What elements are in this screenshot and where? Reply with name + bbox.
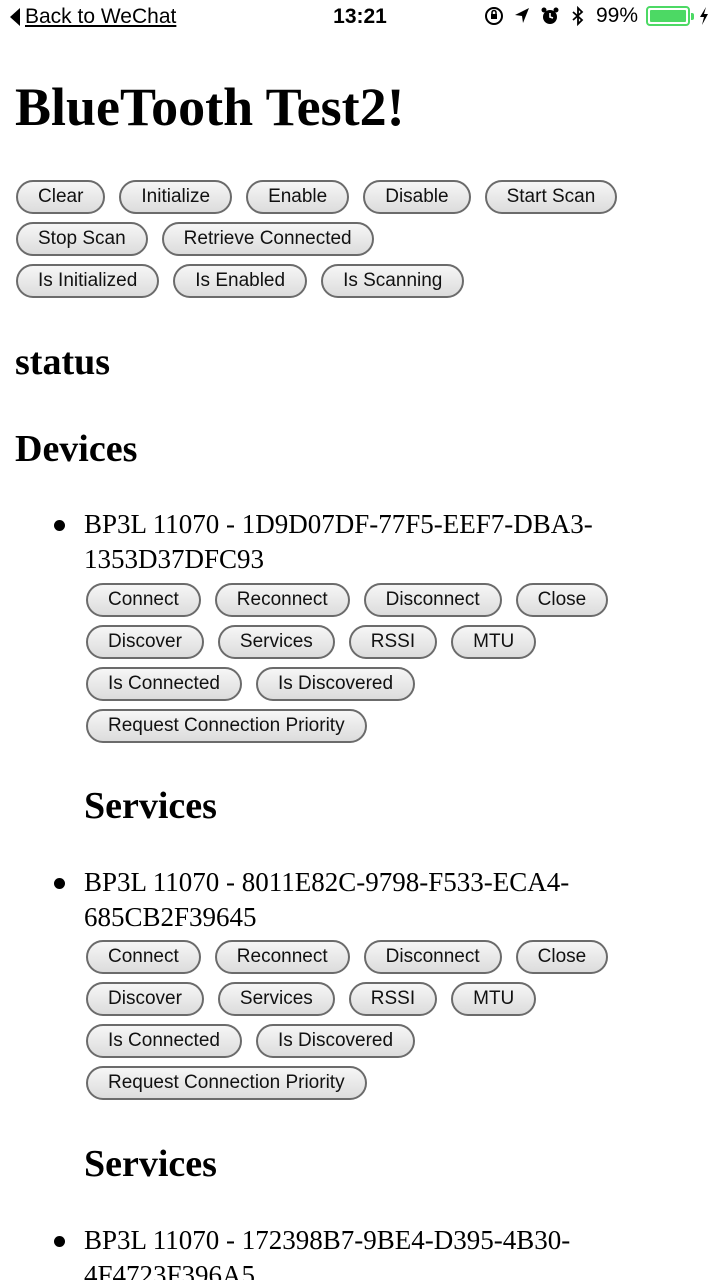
request-connection-priority-button[interactable]: Request Connection Priority bbox=[86, 1066, 367, 1100]
is-connected-button[interactable]: Is Connected bbox=[86, 667, 242, 701]
is-connected-button[interactable]: Is Connected bbox=[86, 1024, 242, 1058]
battery-level bbox=[650, 10, 686, 22]
device-name: BP3L 11070 - 8011E82C-9798-F533-ECA4-685… bbox=[84, 867, 570, 932]
discover-button[interactable]: Discover bbox=[86, 625, 204, 659]
location-arrow-icon bbox=[514, 8, 529, 23]
connect-button[interactable]: Connect bbox=[86, 940, 201, 974]
is-discovered-button[interactable]: Is Discovered bbox=[255, 667, 416, 701]
battery-icon bbox=[646, 6, 694, 26]
battery-cap bbox=[691, 13, 694, 20]
disconnect-button[interactable]: Disconnect bbox=[363, 940, 502, 974]
clear-button[interactable]: Clear bbox=[16, 180, 106, 214]
mtu-button[interactable]: MTU bbox=[451, 982, 537, 1016]
close-button[interactable]: Close bbox=[515, 940, 609, 974]
rssi-button[interactable]: RSSI bbox=[348, 625, 438, 659]
device-name: BP3L 11070 - 172398B7-9BE4-D395-4B30-4F4… bbox=[84, 1225, 571, 1280]
request-connection-priority-button[interactable]: Request Connection Priority bbox=[86, 709, 367, 743]
devices-heading: Devices bbox=[15, 428, 138, 470]
list-bullet bbox=[54, 878, 65, 889]
close-button[interactable]: Close bbox=[515, 583, 609, 617]
is-discovered-button[interactable]: Is Discovered bbox=[255, 1024, 416, 1058]
initialize-button[interactable]: Initialize bbox=[119, 180, 233, 214]
control-row-3: Is Initialized Is Enabled Is Scanning bbox=[16, 264, 465, 298]
control-row-1: Clear Initialize Enable Disable Start Sc… bbox=[16, 180, 618, 214]
status-heading: status bbox=[15, 341, 111, 383]
disable-button[interactable]: Disable bbox=[363, 180, 471, 214]
services-button[interactable]: Services bbox=[217, 982, 335, 1016]
battery-percentage: 99% bbox=[595, 4, 638, 27]
list-bullet bbox=[54, 520, 65, 531]
is-scanning-button[interactable]: Is Scanning bbox=[321, 264, 465, 298]
lock-rotation-icon bbox=[484, 7, 503, 25]
status-icons: 99% bbox=[484, 4, 710, 28]
mtu-button[interactable]: MTU bbox=[451, 625, 537, 659]
charging-bolt-icon bbox=[700, 7, 708, 25]
reconnect-button[interactable]: Reconnect bbox=[214, 583, 350, 617]
alarm-clock-icon bbox=[541, 7, 559, 24]
control-row-2: Stop Scan Retrieve Connected bbox=[16, 222, 374, 256]
retrieve-connected-button[interactable]: Retrieve Connected bbox=[161, 222, 374, 256]
services-heading: Services bbox=[84, 1143, 217, 1185]
start-scan-button[interactable]: Start Scan bbox=[484, 180, 618, 214]
is-initialized-button[interactable]: Is Initialized bbox=[16, 264, 160, 298]
list-bullet bbox=[54, 1236, 65, 1247]
stop-scan-button[interactable]: Stop Scan bbox=[16, 222, 148, 256]
page-title: BlueTooth Test2! bbox=[15, 77, 405, 137]
discover-button[interactable]: Discover bbox=[86, 982, 204, 1016]
status-bar: Back to WeChat 13:21 99% bbox=[0, 0, 720, 36]
bluetooth-icon bbox=[572, 5, 584, 27]
disconnect-button[interactable]: Disconnect bbox=[363, 583, 502, 617]
reconnect-button[interactable]: Reconnect bbox=[214, 940, 350, 974]
services-heading: Services bbox=[84, 785, 217, 827]
rssi-button[interactable]: RSSI bbox=[348, 982, 438, 1016]
enable-button[interactable]: Enable bbox=[246, 180, 350, 214]
services-button[interactable]: Services bbox=[217, 625, 335, 659]
is-enabled-button[interactable]: Is Enabled bbox=[173, 264, 308, 298]
connect-button[interactable]: Connect bbox=[86, 583, 201, 617]
device-name: BP3L 11070 - 1D9D07DF-77F5-EEF7-DBA3-135… bbox=[84, 509, 593, 574]
